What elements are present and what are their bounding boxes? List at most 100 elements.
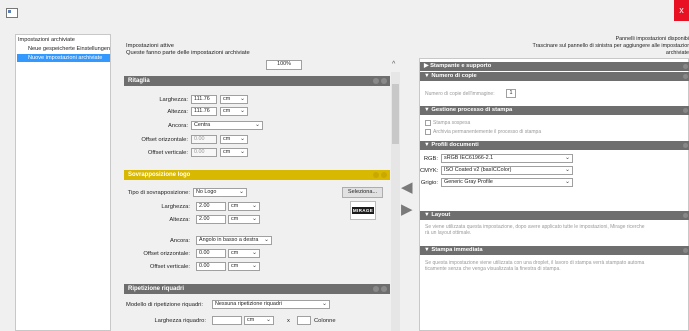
- rgb-label: RGB:: [423, 156, 438, 162]
- panel-stampante-title: ▶ Stampante e supporto: [424, 63, 492, 69]
- riquadri-modello-select[interactable]: Nessuna ripetizione riquadri ⌄: [212, 300, 330, 309]
- logo-offset-vert-unit-text: cm: [231, 263, 239, 269]
- ritaglia-offset-or-label: Offset orizzontale:: [141, 137, 188, 143]
- ritaglia-offset-or-input[interactable]: 0.00: [191, 135, 217, 144]
- ritaglia-offset-or-unit-text: cm: [223, 136, 231, 142]
- panel-layout-toggle[interactable]: [683, 213, 688, 218]
- chevron-down-icon: ⌄: [321, 301, 327, 307]
- available-panels-hint: Trascinare sul pannello di sinistra per …: [532, 43, 689, 49]
- logo-ancora-label: Ancora:: [170, 238, 190, 244]
- scroll-up-icon[interactable]: ^: [392, 61, 395, 68]
- logo-altezza-input[interactable]: 2.00: [196, 215, 226, 224]
- tree-item-nuove[interactable]: Nuove impostazioni archiviate: [17, 54, 110, 62]
- ritaglia-larghezza-unit[interactable]: cm ⌄: [220, 95, 248, 104]
- panel-immediata-toggle[interactable]: [683, 248, 688, 253]
- panel-copie-toggle[interactable]: [683, 74, 688, 79]
- panel-processo-header[interactable]: ▼ Gestione processo di stampa: [420, 106, 689, 115]
- rgb-profile-select[interactable]: sRGB IEC61966-2.1 ⌄: [441, 154, 573, 163]
- panel-profili-toggle[interactable]: [683, 143, 688, 148]
- logo-offset-or-label: Offset orizzontale:: [143, 251, 190, 257]
- panel-layout-header[interactable]: ▼ Layout: [420, 211, 689, 220]
- app-icon: [6, 8, 18, 18]
- logo-tipo-select[interactable]: No Logo ⌄: [193, 188, 247, 197]
- panel-copie-header[interactable]: ▼ Numero di copie: [420, 72, 689, 81]
- tree-item-neue[interactable]: Neue gespeicherte Einstellungen: [28, 45, 110, 53]
- cmyk-profile-select[interactable]: ISO Coated v2 (basICColor) ⌄: [441, 166, 573, 175]
- panel-profili-header[interactable]: ▼ Profili documenti: [420, 141, 689, 150]
- cmyk-profile-value: ISO Coated v2 (basICColor): [444, 167, 512, 173]
- section-logo-header[interactable]: Sovrapposizione logo: [124, 170, 390, 180]
- logo-offset-or-input[interactable]: 0.00: [196, 249, 226, 258]
- vertical-scrollbar[interactable]: [391, 72, 400, 331]
- close-button[interactable]: x: [674, 0, 689, 21]
- logo-offset-or-unit[interactable]: cm ⌄: [228, 249, 260, 258]
- riquadri-larghezza-label: Larghezza riquadro:: [154, 318, 206, 324]
- chevron-down-icon: ⌄: [251, 216, 257, 222]
- ritaglia-larghezza-input[interactable]: 111.76: [191, 95, 217, 104]
- layout-description-2: rà un layout ottimale.: [425, 230, 472, 236]
- riquadri-colonne-input[interactable]: [297, 316, 311, 325]
- ritaglia-altezza-input[interactable]: 111.76: [191, 107, 217, 116]
- chevron-down-icon: ⌄: [238, 189, 244, 195]
- stampa-sospesa-checkbox[interactable]: [425, 120, 431, 126]
- panel-stampante-toggle[interactable]: [683, 64, 688, 69]
- logo-larghezza-unit[interactable]: cm ⌄: [228, 202, 260, 211]
- logo-larghezza-input[interactable]: 2.00: [196, 202, 226, 211]
- section-riquadri-btn-2[interactable]: [381, 286, 387, 292]
- copie-input[interactable]: 1: [506, 89, 516, 98]
- section-ritaglia-btn-2[interactable]: [381, 78, 387, 84]
- arrow-right-icon[interactable]: ▶: [401, 200, 413, 218]
- active-settings-panel: Ritaglia Larghezza: 111.76 cm ⌄ Altezza: …: [124, 72, 400, 331]
- ritaglia-ancora-select[interactable]: Centra ⌄: [191, 121, 263, 130]
- section-logo-controls[interactable]: [371, 172, 387, 182]
- ritaglia-ancora-label: Ancora:: [168, 123, 188, 129]
- logo-altezza-unit[interactable]: cm ⌄: [228, 215, 260, 224]
- ritaglia-offset-vert-label: Offset verticale:: [147, 150, 188, 156]
- riquadri-larghezza-unit[interactable]: cm ⌄: [244, 316, 274, 325]
- section-ritaglia-header[interactable]: Ritaglia: [124, 76, 390, 86]
- ritaglia-altezza-unit[interactable]: cm ⌄: [220, 107, 248, 116]
- logo-ancora-select[interactable]: Angolo in basso a destra ⌄: [196, 236, 272, 245]
- ritaglia-offset-vert-input[interactable]: 0.00: [191, 148, 217, 157]
- chevron-down-icon: ⌄: [254, 122, 260, 128]
- chevron-down-icon: ⌄: [251, 203, 257, 209]
- chevron-down-icon: ⌄: [239, 136, 245, 142]
- logo-larghezza-label: Larghezza:: [161, 204, 190, 210]
- ritaglia-offset-or-unit[interactable]: cm ⌄: [220, 135, 248, 144]
- logo-tipo-value: No Logo: [196, 189, 217, 195]
- logo-preview-text: MIRAGE: [352, 207, 374, 214]
- section-ritaglia-controls[interactable]: [371, 78, 387, 88]
- panel-stampante-header[interactable]: ▶ Stampante e supporto: [420, 62, 689, 71]
- rgb-profile-value: sRGB IEC61966-2.1: [444, 155, 494, 161]
- ritaglia-offset-vert-unit[interactable]: cm ⌄: [220, 148, 248, 157]
- grigio-profile-select[interactable]: Generic Gray Profile ⌄: [441, 178, 573, 187]
- panel-profili-title: ▼ Profili documenti: [424, 142, 479, 148]
- copie-label: Numero di copie dell'immagine:: [425, 91, 495, 97]
- chevron-down-icon: ⌄: [265, 317, 271, 323]
- panel-processo-title: ▼ Gestione processo di stampa: [424, 107, 513, 113]
- panel-processo-toggle[interactable]: [683, 108, 688, 113]
- section-riquadri-btn-1[interactable]: [373, 286, 379, 292]
- cmyk-label: CMYK:: [420, 168, 439, 174]
- logo-offset-vert-unit[interactable]: cm ⌄: [228, 262, 260, 271]
- section-logo-btn-1[interactable]: [373, 172, 379, 178]
- grigio-profile-value: Generic Gray Profile: [444, 179, 493, 185]
- select-logo-button[interactable]: Seleziona...: [342, 187, 383, 198]
- section-riquadri-header[interactable]: Ripetizione riquadri: [124, 284, 390, 294]
- section-ritaglia-title: Ritaglia: [128, 78, 150, 84]
- riquadri-larghezza-input[interactable]: [212, 316, 242, 325]
- tree-root[interactable]: Impostazioni archiviate: [18, 36, 110, 44]
- panel-layout-title: ▼ Layout: [424, 212, 451, 218]
- section-ritaglia-btn-1[interactable]: [373, 78, 379, 84]
- logo-offset-vert-label: Offset verticale:: [149, 264, 190, 270]
- arrow-left-icon[interactable]: ◀: [401, 178, 413, 196]
- riquadri-larghezza-unit-text: cm: [247, 317, 255, 323]
- section-logo-btn-2[interactable]: [381, 172, 387, 178]
- logo-offset-vert-input[interactable]: 0.00: [196, 262, 226, 271]
- zoom-field[interactable]: 100%: [266, 60, 302, 70]
- scrollbar-thumb[interactable]: [392, 84, 399, 144]
- panel-immediata-header[interactable]: ▼ Stampa immediata: [420, 246, 689, 255]
- chevron-down-icon: ⌄: [564, 155, 570, 161]
- archivia-checkbox[interactable]: [425, 129, 431, 135]
- section-riquadri-controls[interactable]: [371, 286, 387, 296]
